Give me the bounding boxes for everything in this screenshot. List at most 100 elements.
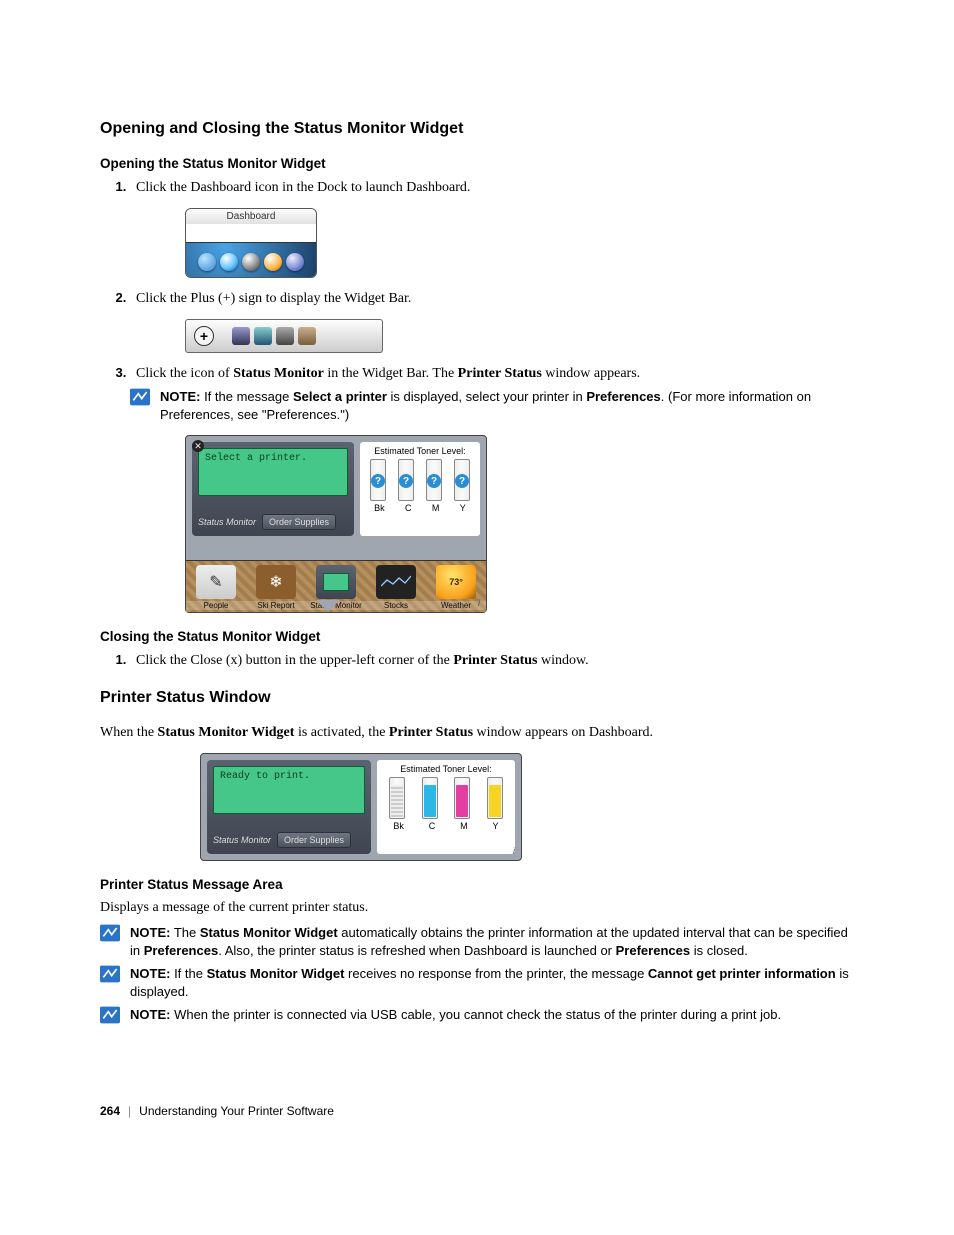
dashboard-tooltip: Dashboard — [186, 209, 316, 224]
heading-opening-widget: Opening the Status Monitor Widget — [100, 156, 854, 171]
step-3-text-3: window appears. — [542, 366, 640, 381]
message-area-desc: Displays a message of the current printe… — [100, 900, 854, 916]
plus-button[interactable]: + — [194, 326, 214, 346]
note-2-bold-3: Preferences — [616, 943, 690, 958]
printer-status-screen: Ready to print. — [213, 766, 365, 814]
status-monitor-panel: Select a printer. Status Monitor Order S… — [192, 442, 354, 536]
info-icon[interactable]: i — [513, 846, 515, 856]
note-icon — [100, 924, 120, 942]
widget-tile-icon — [298, 327, 316, 345]
opening-steps-cont: Click the Plus (+) sign to display the W… — [100, 290, 854, 307]
toner-caption: Estimated Toner Level: — [381, 764, 511, 774]
note-4-text: When the printer is connected via USB ca… — [170, 1007, 781, 1022]
footer-separator: | — [128, 1104, 131, 1118]
heading-message-area: Printer Status Message Area — [100, 877, 854, 892]
note-2: NOTE: The Status Monitor Widget automati… — [100, 924, 854, 959]
toner-cyan — [422, 777, 438, 819]
note-icon — [100, 965, 120, 983]
heading-printer-status-window: Printer Status Window — [100, 689, 854, 707]
ski-report-widget-icon[interactable]: ❄ — [256, 565, 296, 599]
chapter-title: Understanding Your Printer Software — [139, 1104, 334, 1118]
note-2-bold-2: Preferences — [144, 943, 218, 958]
toner-label-bk: Bk — [393, 821, 404, 831]
step-3-bold-1: Status Monitor — [233, 366, 324, 381]
opening-steps-cont2: Click the icon of Status Monitor in the … — [100, 365, 854, 382]
note-2-bold-1: Status Monitor Widget — [200, 925, 338, 940]
shelf-label-stocks: Stocks — [366, 601, 426, 610]
dashboard-icon[interactable] — [242, 253, 260, 271]
weather-widget-icon[interactable]: 73° — [436, 565, 476, 599]
widget-tile-icon — [232, 327, 250, 345]
step-3-text: Click the icon of — [136, 366, 233, 381]
toner-label-m: M — [460, 821, 468, 831]
toner-label-c: C — [405, 503, 412, 513]
safari-icon — [286, 253, 304, 271]
page-number: 264 — [100, 1104, 120, 1118]
note-2-text-c: . Also, the printer status is refreshed … — [218, 943, 615, 958]
toner-level-panel: Estimated Toner Level: Bk C M Y i — [377, 760, 515, 854]
toner-label-y: Y — [460, 503, 466, 513]
step-2: Click the Plus (+) sign to display the W… — [130, 290, 854, 307]
order-supplies-button[interactable]: Order Supplies — [262, 514, 336, 530]
toner-cyan: ? — [398, 459, 414, 501]
note-1-bold-1: Select a printer — [293, 389, 387, 404]
unknown-icon: ? — [427, 474, 441, 488]
close-step-bold: Printer Status — [453, 653, 537, 668]
heading-closing-widget: Closing the Status Monitor Widget — [100, 629, 854, 644]
figure-status-monitor-ready: Ready to print. Status Monitor Order Sup… — [200, 753, 854, 861]
toner-black — [389, 777, 405, 819]
note-4: NOTE: When the printer is connected via … — [100, 1006, 854, 1024]
order-supplies-button[interactable]: Order Supplies — [277, 832, 351, 848]
toner-yellow — [487, 777, 503, 819]
step-1: Click the Dashboard icon in the Dock to … — [130, 179, 854, 196]
close-step-text-b: window. — [537, 653, 588, 668]
unknown-icon: ? — [371, 474, 385, 488]
appstore-icon — [220, 253, 238, 271]
toner-caption: Estimated Toner Level: — [364, 446, 476, 456]
note-1: NOTE: If the message Select a printer is… — [130, 388, 854, 423]
widget-tile-icon — [276, 327, 294, 345]
note-label: NOTE: — [160, 389, 200, 404]
stocks-widget-icon[interactable] — [376, 565, 416, 599]
note-3-text-a: If the — [170, 966, 206, 981]
note-label: NOTE: — [130, 1007, 170, 1022]
note-icon — [100, 1006, 120, 1024]
toner-label-c: C — [429, 821, 436, 831]
note-1-text-b: is displayed, select your printer in — [387, 389, 586, 404]
unknown-icon: ? — [399, 474, 413, 488]
close-icon[interactable]: ✕ — [192, 440, 204, 452]
status-monitor-panel: Ready to print. Status Monitor Order Sup… — [207, 760, 371, 854]
status-monitor-widget-icon[interactable] — [316, 565, 356, 599]
note-label: NOTE: — [130, 925, 170, 940]
people-widget-icon[interactable]: ✎ — [196, 565, 236, 599]
info-icon[interactable]: i — [478, 598, 480, 608]
finder-icon — [198, 253, 216, 271]
note-1-bold-2: Preferences — [586, 389, 660, 404]
page-footer: 264 | Understanding Your Printer Softwar… — [100, 1104, 854, 1118]
unknown-icon: ? — [455, 474, 469, 488]
toner-black: ? — [370, 459, 386, 501]
note-1-text-a: If the message — [200, 389, 293, 404]
note-2-text-d: is closed. — [690, 943, 748, 958]
step-3-bold-2: Printer Status — [458, 366, 542, 381]
close-step-1: Click the Close (x) button in the upper-… — [130, 652, 854, 669]
note-label: NOTE: — [130, 966, 170, 981]
toner-magenta — [454, 777, 470, 819]
figure-status-monitor-select: ✕ Select a printer. Status Monitor Order… — [185, 435, 854, 613]
note-2-text-a: The — [170, 925, 199, 940]
heading-opening-closing: Opening and Closing the Status Monitor W… — [100, 120, 854, 138]
settings-icon — [264, 253, 282, 271]
status-monitor-label: Status Monitor — [213, 835, 271, 845]
opening-steps: Click the Dashboard icon in the Dock to … — [100, 179, 854, 196]
closing-steps: Click the Close (x) button in the upper-… — [100, 652, 854, 669]
shelf-label-weather: Weather — [426, 601, 486, 610]
toner-label-y: Y — [493, 821, 499, 831]
note-3-bold-2: Cannot get printer information — [648, 966, 836, 981]
toner-label-m: M — [432, 503, 440, 513]
psw-intro: When the Status Monitor Widget is activa… — [100, 725, 854, 741]
printer-status-screen: Select a printer. — [198, 448, 348, 496]
note-3: NOTE: If the Status Monitor Widget recei… — [100, 965, 854, 1000]
figure-dashboard-dock: Dashboard — [185, 208, 854, 278]
figure-widget-bar: + — [185, 319, 854, 353]
toner-yellow: ? — [454, 459, 470, 501]
